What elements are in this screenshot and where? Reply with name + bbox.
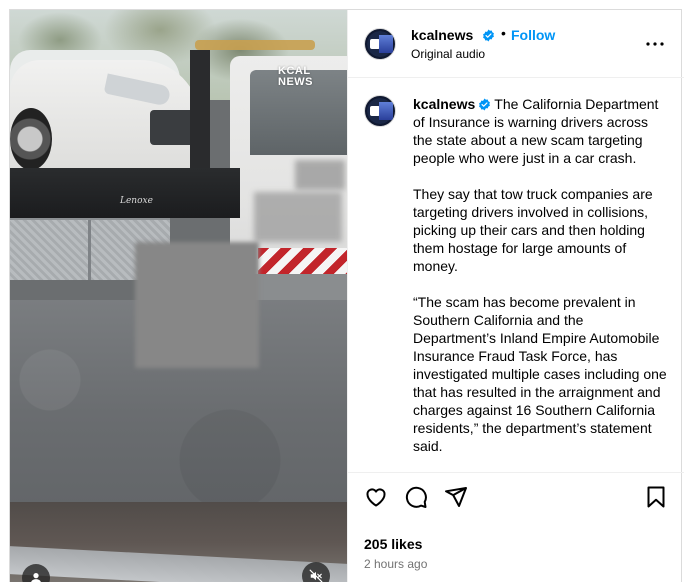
post-timestamp[interactable]: 2 hours ago <box>364 557 427 571</box>
blurred-region <box>254 192 342 242</box>
header-username[interactable]: kcalnews <box>411 27 473 43</box>
comment-icon[interactable] <box>404 485 428 509</box>
blurred-region <box>295 160 345 190</box>
caption-scroll-area[interactable]: kcalnews The California Department of In… <box>348 79 684 472</box>
speaker-muted-icon <box>309 569 323 582</box>
post-header: kcalnews • Follow Original audio <box>348 10 684 78</box>
instagram-post: Lenoxe KCAL NEWS kcalnews • Follow Origi… <box>9 9 684 582</box>
video-frame: Lenoxe <box>10 10 347 582</box>
post-side-panel: kcalnews • Follow Original audio kcalnew… <box>347 10 684 582</box>
truck-decal: Lenoxe <box>120 196 153 206</box>
avatar[interactable] <box>364 28 396 60</box>
caption-paragraph: kcalnews The California Department of In… <box>413 96 659 166</box>
verified-badge-icon <box>479 98 491 111</box>
tow-truck-flatbed <box>10 168 240 218</box>
post-video[interactable]: Lenoxe KCAL NEWS <box>10 10 347 582</box>
like-count[interactable]: 205 likes <box>364 536 422 552</box>
blurred-region <box>135 242 259 368</box>
follow-button[interactable]: Follow <box>511 27 555 43</box>
audio-link[interactable]: Original audio <box>411 47 485 61</box>
user-tag-icon <box>31 573 41 582</box>
heart-icon[interactable] <box>364 485 388 509</box>
post-caption: kcalnews The California Department of In… <box>413 95 667 472</box>
verified-badge-icon <box>483 29 494 42</box>
share-icon[interactable] <box>444 485 468 509</box>
bookmark-icon[interactable] <box>644 485 668 509</box>
caption-paragraph: They say that tow truck companies are ta… <box>413 186 653 274</box>
caption-paragraph: “The scam has become prevalent in Southe… <box>413 294 667 454</box>
kcal-news-watermark: KCAL NEWS <box>278 65 313 88</box>
post-actions: 205 likes 2 hours ago <box>348 472 684 582</box>
caption-avatar[interactable] <box>364 95 396 127</box>
separator-dot: • <box>501 25 506 41</box>
caption-username[interactable]: kcalnews <box>413 96 475 112</box>
more-options-icon[interactable] <box>643 32 667 56</box>
mute-button[interactable] <box>302 562 330 582</box>
